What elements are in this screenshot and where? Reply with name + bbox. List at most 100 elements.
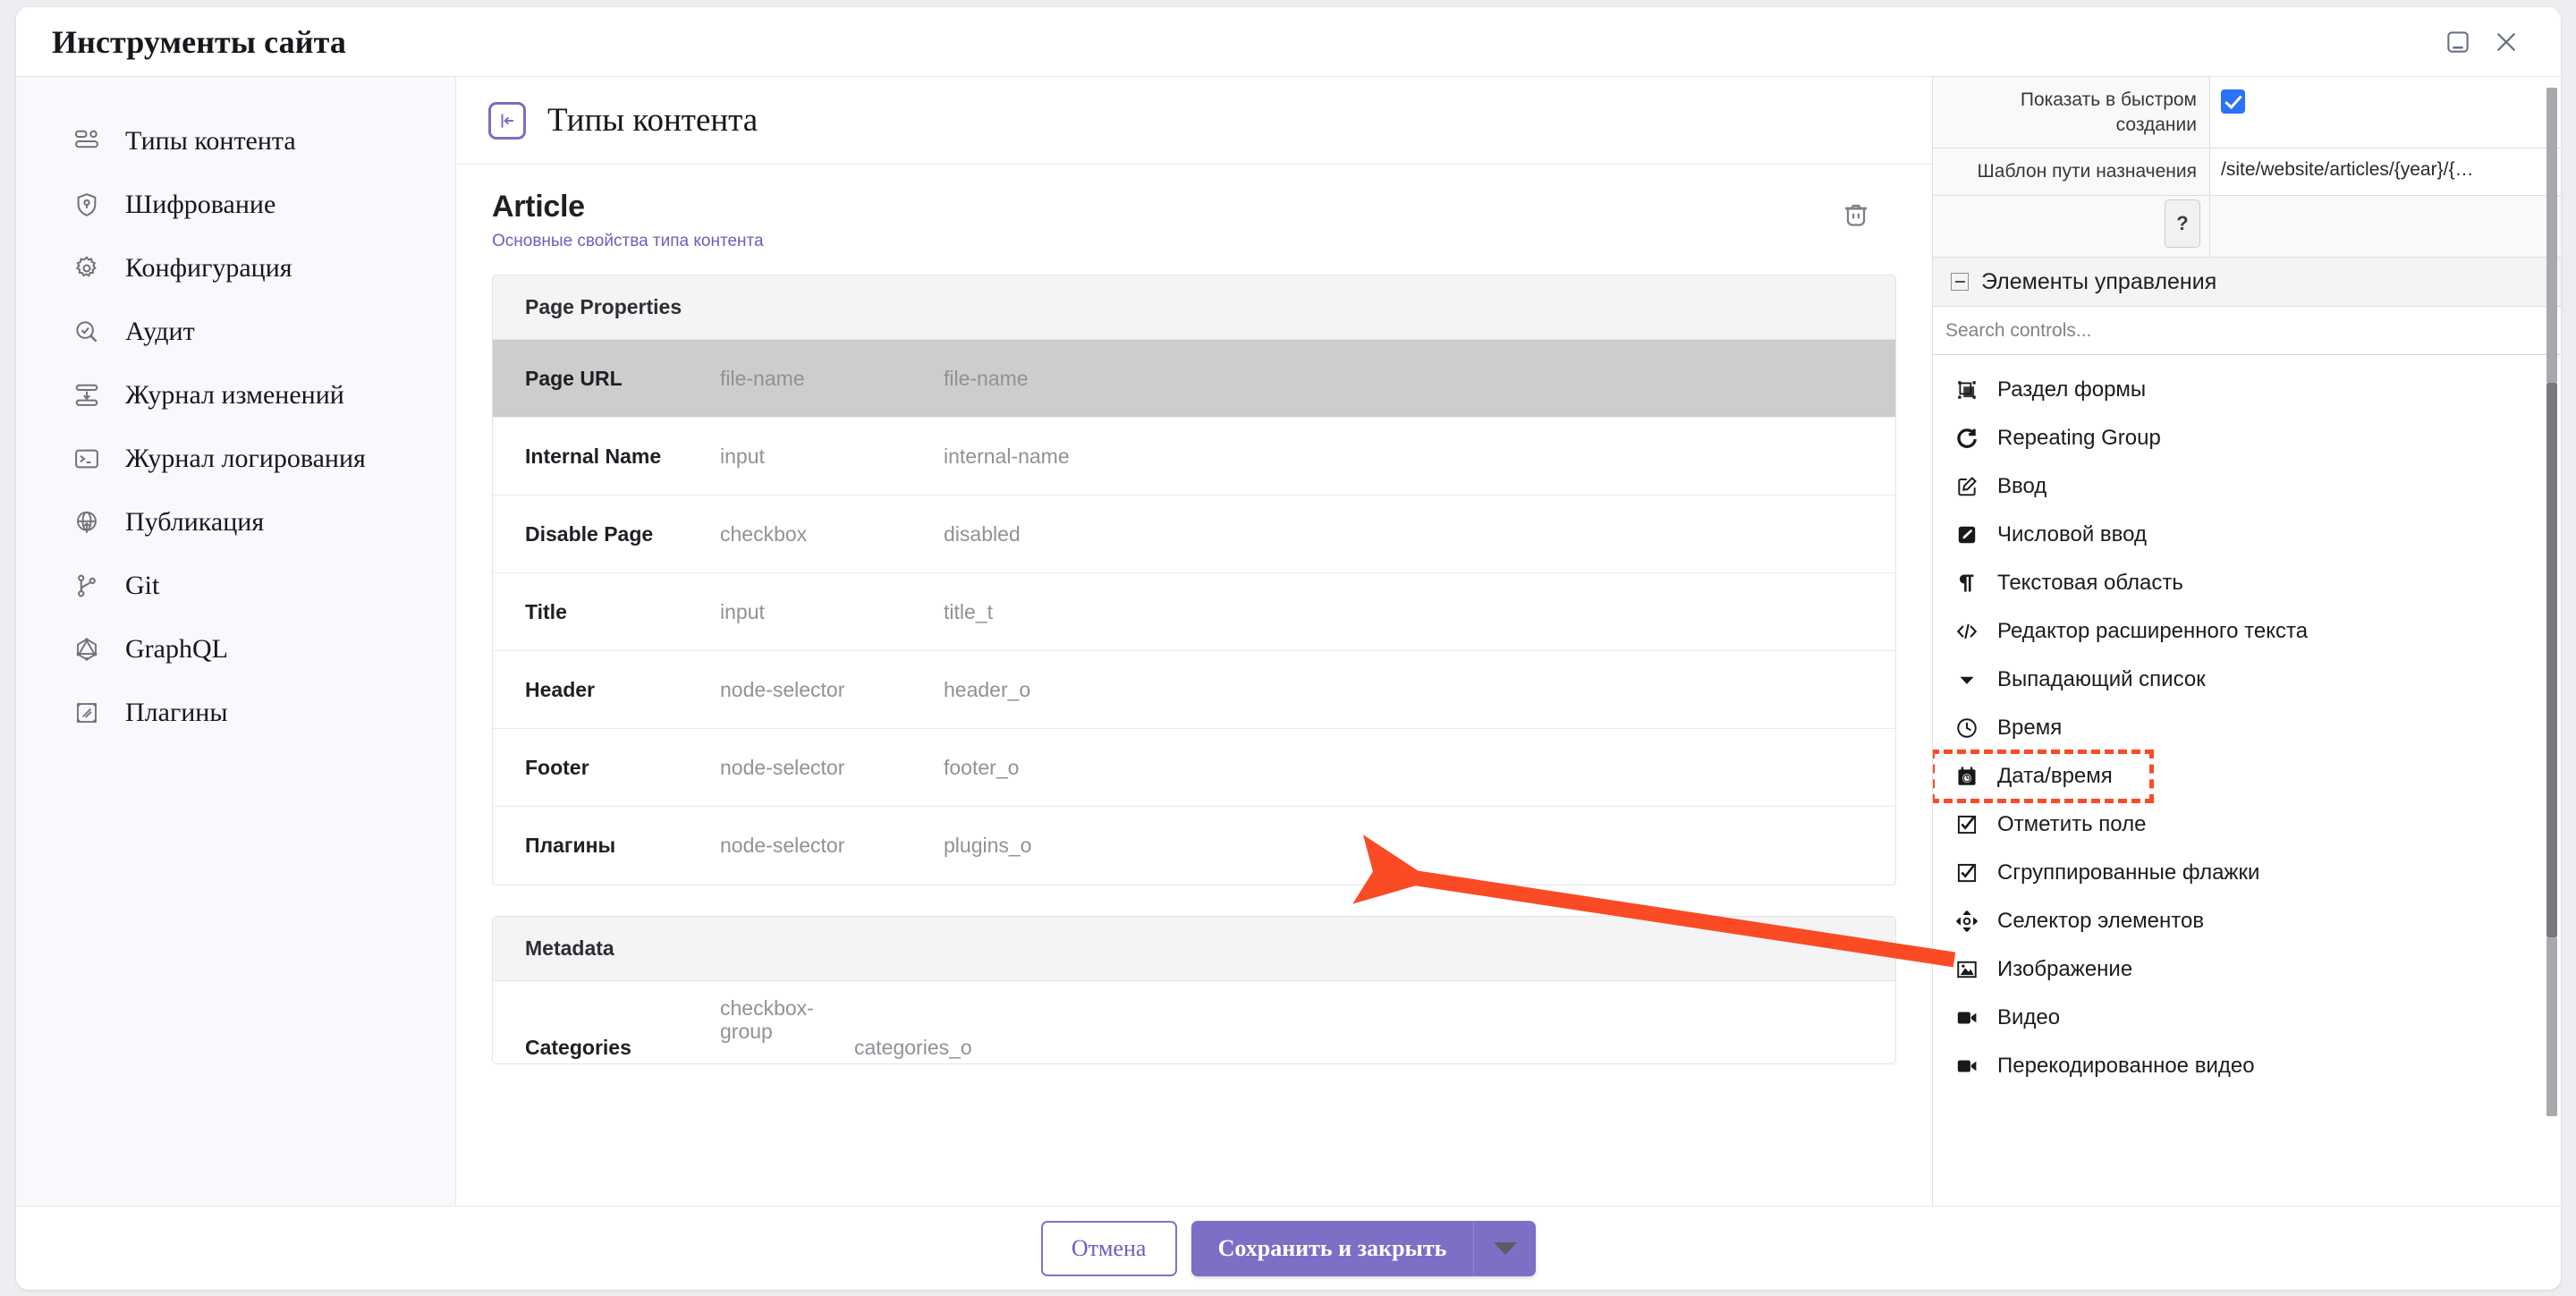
property-value: [2210, 77, 2561, 148]
table-row[interactable]: Footer node-selector footer_o: [493, 729, 1895, 807]
control-item-checkbox-group[interactable]: Сгруппированные флажки: [1933, 849, 2561, 897]
control-item-textarea[interactable]: Текстовая область: [1933, 559, 2561, 607]
sidebar-item-content-types[interactable]: Типы контента: [16, 109, 455, 173]
caret-down-icon: [1953, 665, 1981, 694]
sidebar-item-plugins[interactable]: Плагины: [16, 681, 455, 744]
metadata-table: Metadata Categories checkbox-group categ…: [492, 916, 1896, 1064]
row-type: node-selector: [720, 755, 845, 779]
row-type: input: [720, 599, 765, 623]
row-label: Плагины: [525, 834, 616, 857]
row-id: disabled: [944, 521, 1021, 546]
row-id: file-name: [944, 366, 1029, 390]
sidebar-item-changelog[interactable]: Журнал изменений: [16, 363, 455, 427]
item-selector-icon: [1953, 907, 1981, 936]
quick-create-checkbox[interactable]: [2221, 89, 2245, 114]
sidebar-item-git[interactable]: Git: [16, 554, 455, 617]
control-item-numeric-input[interactable]: Числовой ввод: [1933, 511, 2561, 559]
row-type: checkbox-group: [720, 996, 814, 1043]
code-brackets-icon: [1953, 617, 1981, 646]
calendar-clock-icon: [1953, 762, 1981, 791]
control-item-repeating-group[interactable]: Repeating Group: [1933, 414, 2561, 462]
terminal-icon: [72, 444, 102, 474]
video-icon: [1953, 1004, 1981, 1032]
number-input-icon: [1953, 521, 1981, 549]
control-item-label: Ввод: [1997, 474, 2047, 499]
row-id: footer_o: [944, 755, 1020, 779]
graphql-icon: [72, 634, 102, 665]
row-type: node-selector: [720, 834, 845, 857]
content-type-subtitle[interactable]: Основные свойства типа контента: [492, 232, 764, 251]
sidebar-item-audit[interactable]: Аудит: [16, 300, 455, 363]
help-cell: ?: [1933, 196, 2210, 258]
property-value[interactable]: /site/website/articles/{year}/{…: [2210, 148, 2561, 196]
control-item-time[interactable]: Время: [1933, 704, 2561, 752]
table-row[interactable]: Internal Name input internal-name: [493, 418, 1895, 496]
search-controls-field[interactable]: [1933, 307, 2561, 356]
control-item-video[interactable]: Видео: [1933, 994, 2561, 1042]
sidebar-item-label: Шифрование: [125, 189, 276, 219]
sidebar-item-label: Журнал изменений: [125, 379, 344, 410]
minimize-icon[interactable]: [2434, 18, 2482, 66]
table-row[interactable]: Плагины node-selector plugins_o: [493, 807, 1895, 885]
sidebar-item-logging[interactable]: Журнал логирования: [16, 427, 455, 490]
row-label: Disable Page: [525, 521, 654, 546]
sidebar-item-encryption[interactable]: Шифрование: [16, 173, 455, 236]
section-title: Metadata: [525, 936, 614, 960]
control-item-datetime[interactable]: Дата/время: [1933, 750, 2154, 804]
control-item-label: Числовой ввод: [1997, 522, 2147, 547]
scrollbar-thumb-upper[interactable]: [2546, 88, 2557, 383]
table-row[interactable]: Title input title_t: [493, 573, 1895, 651]
row-id: plugins_o: [944, 834, 1032, 857]
row-id: internal-name: [944, 444, 1070, 468]
control-item-form-section[interactable]: Раздел формы: [1933, 366, 2561, 414]
sidebar-item-configuration[interactable]: Конфигурация: [16, 236, 455, 300]
control-item-image[interactable]: Изображение: [1933, 945, 2561, 994]
clock-icon: [1953, 714, 1981, 742]
collapse-panel-icon[interactable]: [488, 101, 526, 140]
window-title: Инструменты сайта: [52, 23, 346, 60]
sidebar-item-label: Типы контента: [125, 125, 296, 156]
control-item-rich-text-editor[interactable]: Редактор расширенного текста: [1933, 607, 2561, 656]
control-item-transcoded-video[interactable]: Перекодированное видео: [1933, 1042, 2561, 1090]
help-question-icon[interactable]: ?: [2165, 199, 2200, 249]
content-scroll-area[interactable]: Article Основные свойства типа контента: [456, 165, 1932, 1206]
sidebar-item-publishing[interactable]: Публикация: [16, 490, 455, 554]
cancel-button[interactable]: Отмена: [1040, 1220, 1177, 1276]
row-id: title_t: [944, 599, 993, 623]
content-type-header: Article Основные свойства типа контента: [492, 190, 1896, 251]
control-item-item-selector[interactable]: Селектор элементов: [1933, 897, 2561, 945]
table-row[interactable]: Page URL file-name file-name: [493, 340, 1895, 418]
plugins-icon: [72, 698, 102, 728]
search-input[interactable]: [1945, 319, 2561, 342]
image-icon: [1953, 955, 1981, 984]
property-row-help: ?: [1933, 196, 2561, 258]
control-item-label: Редактор расширенного текста: [1997, 619, 2309, 644]
property-row-quick-create: Показать в быстром создании: [1933, 77, 2561, 149]
table-row[interactable]: Disable Page checkbox disabled: [493, 496, 1895, 573]
property-label: Шаблон пути назначения: [1933, 148, 2210, 196]
save-options-caret-icon[interactable]: [1473, 1220, 1537, 1276]
close-icon[interactable]: [2482, 18, 2530, 66]
control-item-input[interactable]: Ввод: [1933, 462, 2561, 511]
sidebar-item-graphql[interactable]: GraphQL: [16, 617, 455, 681]
control-item-label: Изображение: [1997, 957, 2133, 982]
control-item-label: Время: [1997, 716, 2063, 741]
globe-publish-icon: [72, 507, 102, 538]
control-item-label: Выпадающий список: [1997, 667, 2206, 692]
right-panel-scrollbar[interactable]: [2546, 77, 2557, 1206]
save-and-close-button[interactable]: Сохранить и закрыть: [1191, 1220, 1474, 1276]
scrollbar-thumb[interactable]: [2546, 383, 2557, 937]
control-item-dropdown[interactable]: Выпадающий список: [1933, 656, 2561, 704]
minus-icon[interactable]: [1951, 273, 1969, 292]
trash-icon[interactable]: [1835, 195, 1877, 236]
control-item-checkbox[interactable]: Отметить поле: [1933, 800, 2561, 849]
scrollbar-thumb-lower[interactable]: [2546, 937, 2557, 1116]
content-type-name: Article: [492, 190, 585, 224]
row-label: Header: [525, 677, 595, 701]
controls-list[interactable]: Раздел формы Repeating Group Ввод Числов…: [1933, 355, 2561, 1206]
table-row[interactable]: Categories checkbox-group categories_o: [493, 981, 1895, 1063]
sidebar-item-label: Аудит: [125, 316, 195, 346]
save-button-group: Сохранить и закрыть: [1191, 1220, 1537, 1276]
table-row[interactable]: Header node-selector header_o: [493, 651, 1895, 729]
sidebar-item-label: Плагины: [125, 697, 228, 727]
